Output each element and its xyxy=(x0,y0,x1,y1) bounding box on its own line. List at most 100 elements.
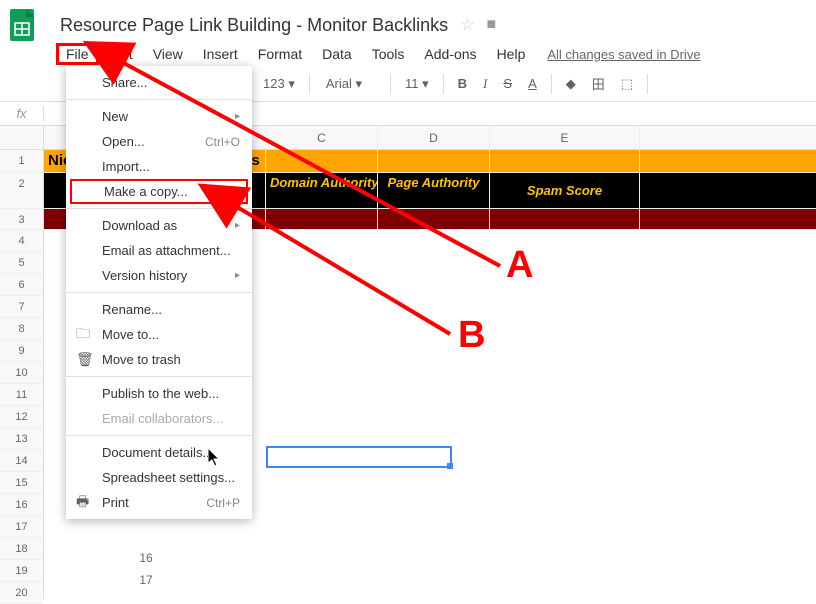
row-header-6[interactable]: 6 xyxy=(0,274,43,296)
cell-c2[interactable]: Domain Authority xyxy=(266,173,378,208)
menu-edit[interactable]: Edit xyxy=(99,44,143,64)
menu-separator xyxy=(66,208,252,209)
separator xyxy=(443,74,444,94)
row-header-19[interactable]: 19 xyxy=(0,560,43,582)
mouse-cursor-icon xyxy=(208,448,224,473)
submenu-arrow-icon: ▸ xyxy=(235,111,240,122)
shortcut-label: Ctrl+O xyxy=(205,135,240,149)
row-header-8[interactable]: 8 xyxy=(0,318,43,340)
row-value-16: 16 xyxy=(126,551,166,565)
shortcut-label: Ctrl+P xyxy=(206,496,240,510)
separator xyxy=(647,74,648,94)
text-color-button[interactable]: A xyxy=(522,72,543,95)
menu-import[interactable]: Import... xyxy=(66,154,252,179)
fill-color-button[interactable]: ◆ xyxy=(560,72,582,96)
row-header-9[interactable]: 9 xyxy=(0,340,43,362)
select-all-corner[interactable] xyxy=(0,126,43,150)
menu-file[interactable]: File xyxy=(56,43,99,65)
font-select[interactable]: Arial ▾ xyxy=(318,74,382,94)
row-header-14[interactable]: 14 xyxy=(0,450,43,472)
row-header-10[interactable]: 10 xyxy=(0,362,43,384)
menu-format[interactable]: Format xyxy=(248,44,312,64)
menu-addons[interactable]: Add-ons xyxy=(414,44,486,64)
cell[interactable] xyxy=(378,150,490,172)
row-header-11[interactable]: 11 xyxy=(0,384,43,406)
menu-spreadsheet-settings[interactable]: Spreadsheet settings... xyxy=(66,465,252,490)
fx-label: fx xyxy=(0,106,44,121)
menu-publish-web[interactable]: Publish to the web... xyxy=(66,381,252,406)
annotation-label-b: B xyxy=(458,314,485,357)
col-header-d[interactable]: D xyxy=(378,126,490,149)
menu-data[interactable]: Data xyxy=(312,44,362,64)
col-header-e[interactable]: E xyxy=(490,126,640,149)
cell[interactable] xyxy=(266,150,378,172)
menu-separator xyxy=(66,376,252,377)
annotation-label-a: A xyxy=(506,244,533,287)
row-headers: 1 2 3 4 5 6 7 8 9 10 11 12 13 14 15 16 1… xyxy=(0,126,44,599)
menu-move-trash[interactable]: 🗑Move to trash xyxy=(66,347,252,372)
menu-bar: File Edit View Insert Format Data Tools … xyxy=(0,42,816,66)
print-icon: 🖶 xyxy=(76,491,89,515)
submenu-arrow-icon: ▸ xyxy=(235,270,240,281)
separator xyxy=(390,74,391,94)
row-header-18[interactable]: 18 xyxy=(0,538,43,560)
cell[interactable] xyxy=(490,150,640,172)
merge-button[interactable]: ⬚ xyxy=(615,72,639,96)
menu-new[interactable]: New▸ xyxy=(66,104,252,129)
italic-button[interactable]: I xyxy=(477,72,493,96)
menu-version-history[interactable]: Version history▸ xyxy=(66,263,252,288)
number-format-button[interactable]: 123 ▾ xyxy=(257,72,301,96)
menu-download-as[interactable]: Download as▸ xyxy=(66,213,252,238)
document-title[interactable]: Resource Page Link Building - Monitor Ba… xyxy=(60,15,448,36)
row-header-13[interactable]: 13 xyxy=(0,428,43,450)
menu-tools[interactable]: Tools xyxy=(362,44,415,64)
file-dropdown-menu: Share... New▸ Open...Ctrl+O Import... Ma… xyxy=(66,66,252,519)
row-header-4[interactable]: 4 xyxy=(0,230,43,252)
menu-help[interactable]: Help xyxy=(487,44,536,64)
row-header-20[interactable]: 20 xyxy=(0,582,43,604)
submenu-arrow-icon: ▸ xyxy=(235,220,240,231)
col-header-c[interactable]: C xyxy=(266,126,378,149)
cell[interactable] xyxy=(266,209,378,229)
row-header-17[interactable]: 17 xyxy=(0,516,43,538)
row-header-12[interactable]: 12 xyxy=(0,406,43,428)
menu-rename[interactable]: Rename... xyxy=(66,297,252,322)
save-status-link[interactable]: All changes saved in Drive xyxy=(547,47,700,62)
star-icon[interactable]: ☆ xyxy=(460,15,474,35)
row-value-17: 17 xyxy=(126,573,166,587)
menu-separator xyxy=(66,99,252,100)
menu-separator xyxy=(66,435,252,436)
menu-share[interactable]: Share... xyxy=(66,70,252,95)
borders-button[interactable]: 田 xyxy=(586,70,611,97)
title-bar: Resource Page Link Building - Monitor Ba… xyxy=(0,0,816,42)
row-header-5[interactable]: 5 xyxy=(0,252,43,274)
row-header-3[interactable]: 3 xyxy=(0,209,43,230)
strike-button[interactable]: S xyxy=(497,72,518,95)
cell[interactable] xyxy=(490,209,640,229)
folder-icon[interactable]: ■ xyxy=(487,16,497,34)
menu-email-attachment[interactable]: Email as attachment... xyxy=(66,238,252,263)
menu-move-to[interactable]: 🗀Move to... xyxy=(66,322,252,347)
menu-view[interactable]: View xyxy=(143,44,193,64)
menu-make-copy[interactable]: Make a copy... xyxy=(70,179,248,204)
folder-icon: 🗀 xyxy=(76,323,90,347)
menu-open[interactable]: Open...Ctrl+O xyxy=(66,129,252,154)
row-header-16[interactable]: 16 xyxy=(0,494,43,516)
font-size-select[interactable]: 11 ▾ xyxy=(399,72,435,96)
cell[interactable] xyxy=(378,209,490,229)
row-header-1[interactable]: 1 xyxy=(0,150,43,173)
row-header-7[interactable]: 7 xyxy=(0,296,43,318)
bold-button[interactable]: B xyxy=(452,72,473,95)
menu-document-details[interactable]: Document details... xyxy=(66,440,252,465)
cell-d2[interactable]: Page Authority xyxy=(378,173,490,208)
row-header-2[interactable]: 2 xyxy=(0,173,43,209)
menu-separator xyxy=(66,292,252,293)
cell-e2[interactable]: Spam Score xyxy=(490,173,640,208)
menu-email-collaborators: Email collaborators... xyxy=(66,406,252,431)
separator xyxy=(309,74,310,94)
menu-insert[interactable]: Insert xyxy=(193,44,248,64)
row-header-15[interactable]: 15 xyxy=(0,472,43,494)
sheets-app-icon[interactable] xyxy=(8,7,36,43)
menu-print[interactable]: 🖶PrintCtrl+P xyxy=(66,490,252,515)
separator xyxy=(551,74,552,94)
